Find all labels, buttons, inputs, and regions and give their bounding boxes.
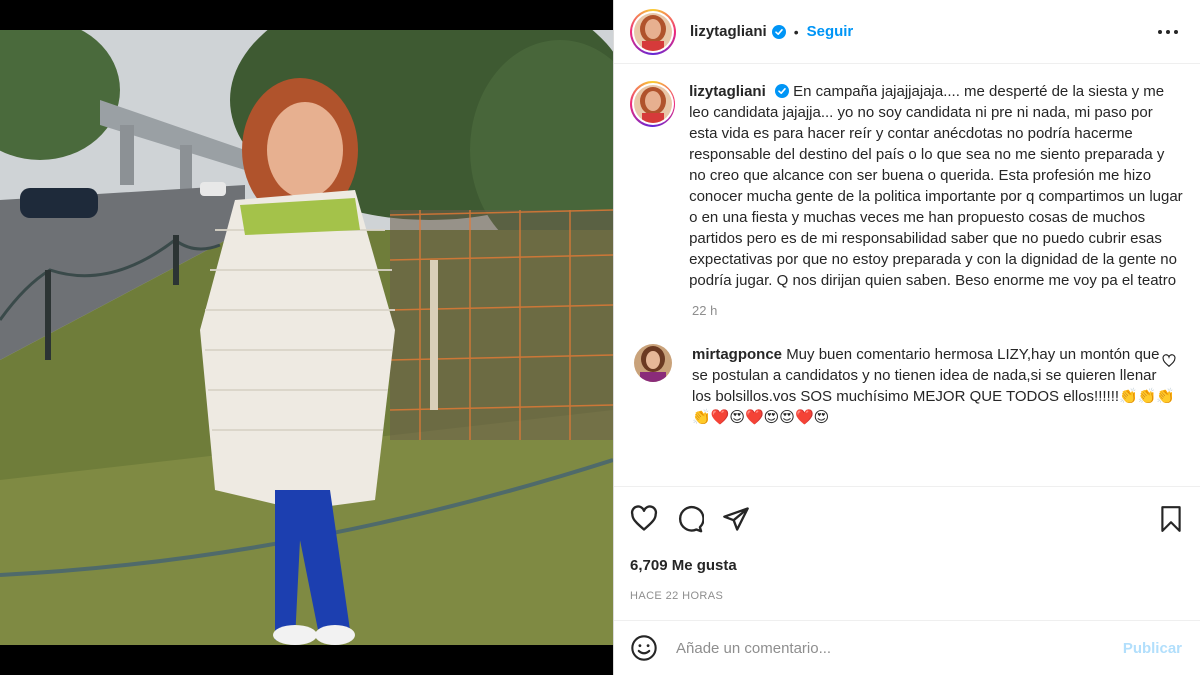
caption-username[interactable]: lizytagliani [689,83,766,100]
caption-text-block: lizytagliani En campaña jajajjajaja.... … [689,81,1184,291]
caption-time[interactable]: 22 h [692,303,1184,318]
share-icon[interactable] [722,505,750,533]
comment-icon[interactable] [676,505,704,533]
action-icons [630,487,1184,551]
more-options-icon[interactable] [1156,22,1180,42]
author-avatar[interactable] [630,8,676,55]
comments-section[interactable]: lizytagliani En campaña jajajjajaja.... … [614,65,1200,485]
commenter-avatar[interactable] [634,344,672,382]
avatar-image [633,85,672,123]
caption-avatar[interactable] [630,81,676,127]
verified-badge-icon [771,24,786,39]
photo-illustration [0,30,613,645]
actions-bar: 6,709 Me gusta HACE 22 HORAS [614,486,1200,621]
comment-input[interactable] [676,639,1096,657]
separator-dot: • [793,23,799,40]
caption-body: En campaña jajajjajaja.... me desperté d… [689,83,1183,289]
likes-count[interactable]: 6,709 Me gusta [630,557,1184,574]
post-photo[interactable] [0,30,613,645]
post-media [0,0,613,675]
instagram-post: lizytagliani • Seguir lizytagliani En ca… [0,0,1200,675]
avatar-image [634,12,672,51]
follow-button[interactable]: Seguir [807,23,854,40]
comment-text-block: mirtagponce Muy buen comentario hermosa … [692,344,1177,428]
post-header: lizytagliani • Seguir [614,0,1200,64]
post-sidebar: lizytagliani • Seguir lizytagliani En ca… [613,0,1200,675]
comment-item: mirtagponce Muy buen comentario hermosa … [630,344,1184,428]
verified-badge-icon [774,84,789,98]
bookmark-icon[interactable] [1158,505,1184,533]
comment-heart-icon[interactable] [1162,354,1176,368]
post-timestamp: HACE 22 HORAS [630,590,724,602]
add-comment-bar: Publicar [614,620,1200,675]
emoji-icon[interactable] [630,634,658,662]
caption: lizytagliani En campaña jajajjajaja.... … [630,81,1184,291]
author-username[interactable]: lizytagliani [690,23,767,40]
commenter-username[interactable]: mirtagponce [692,346,782,363]
publish-button[interactable]: Publicar [1123,640,1182,657]
heart-icon[interactable] [630,505,658,533]
